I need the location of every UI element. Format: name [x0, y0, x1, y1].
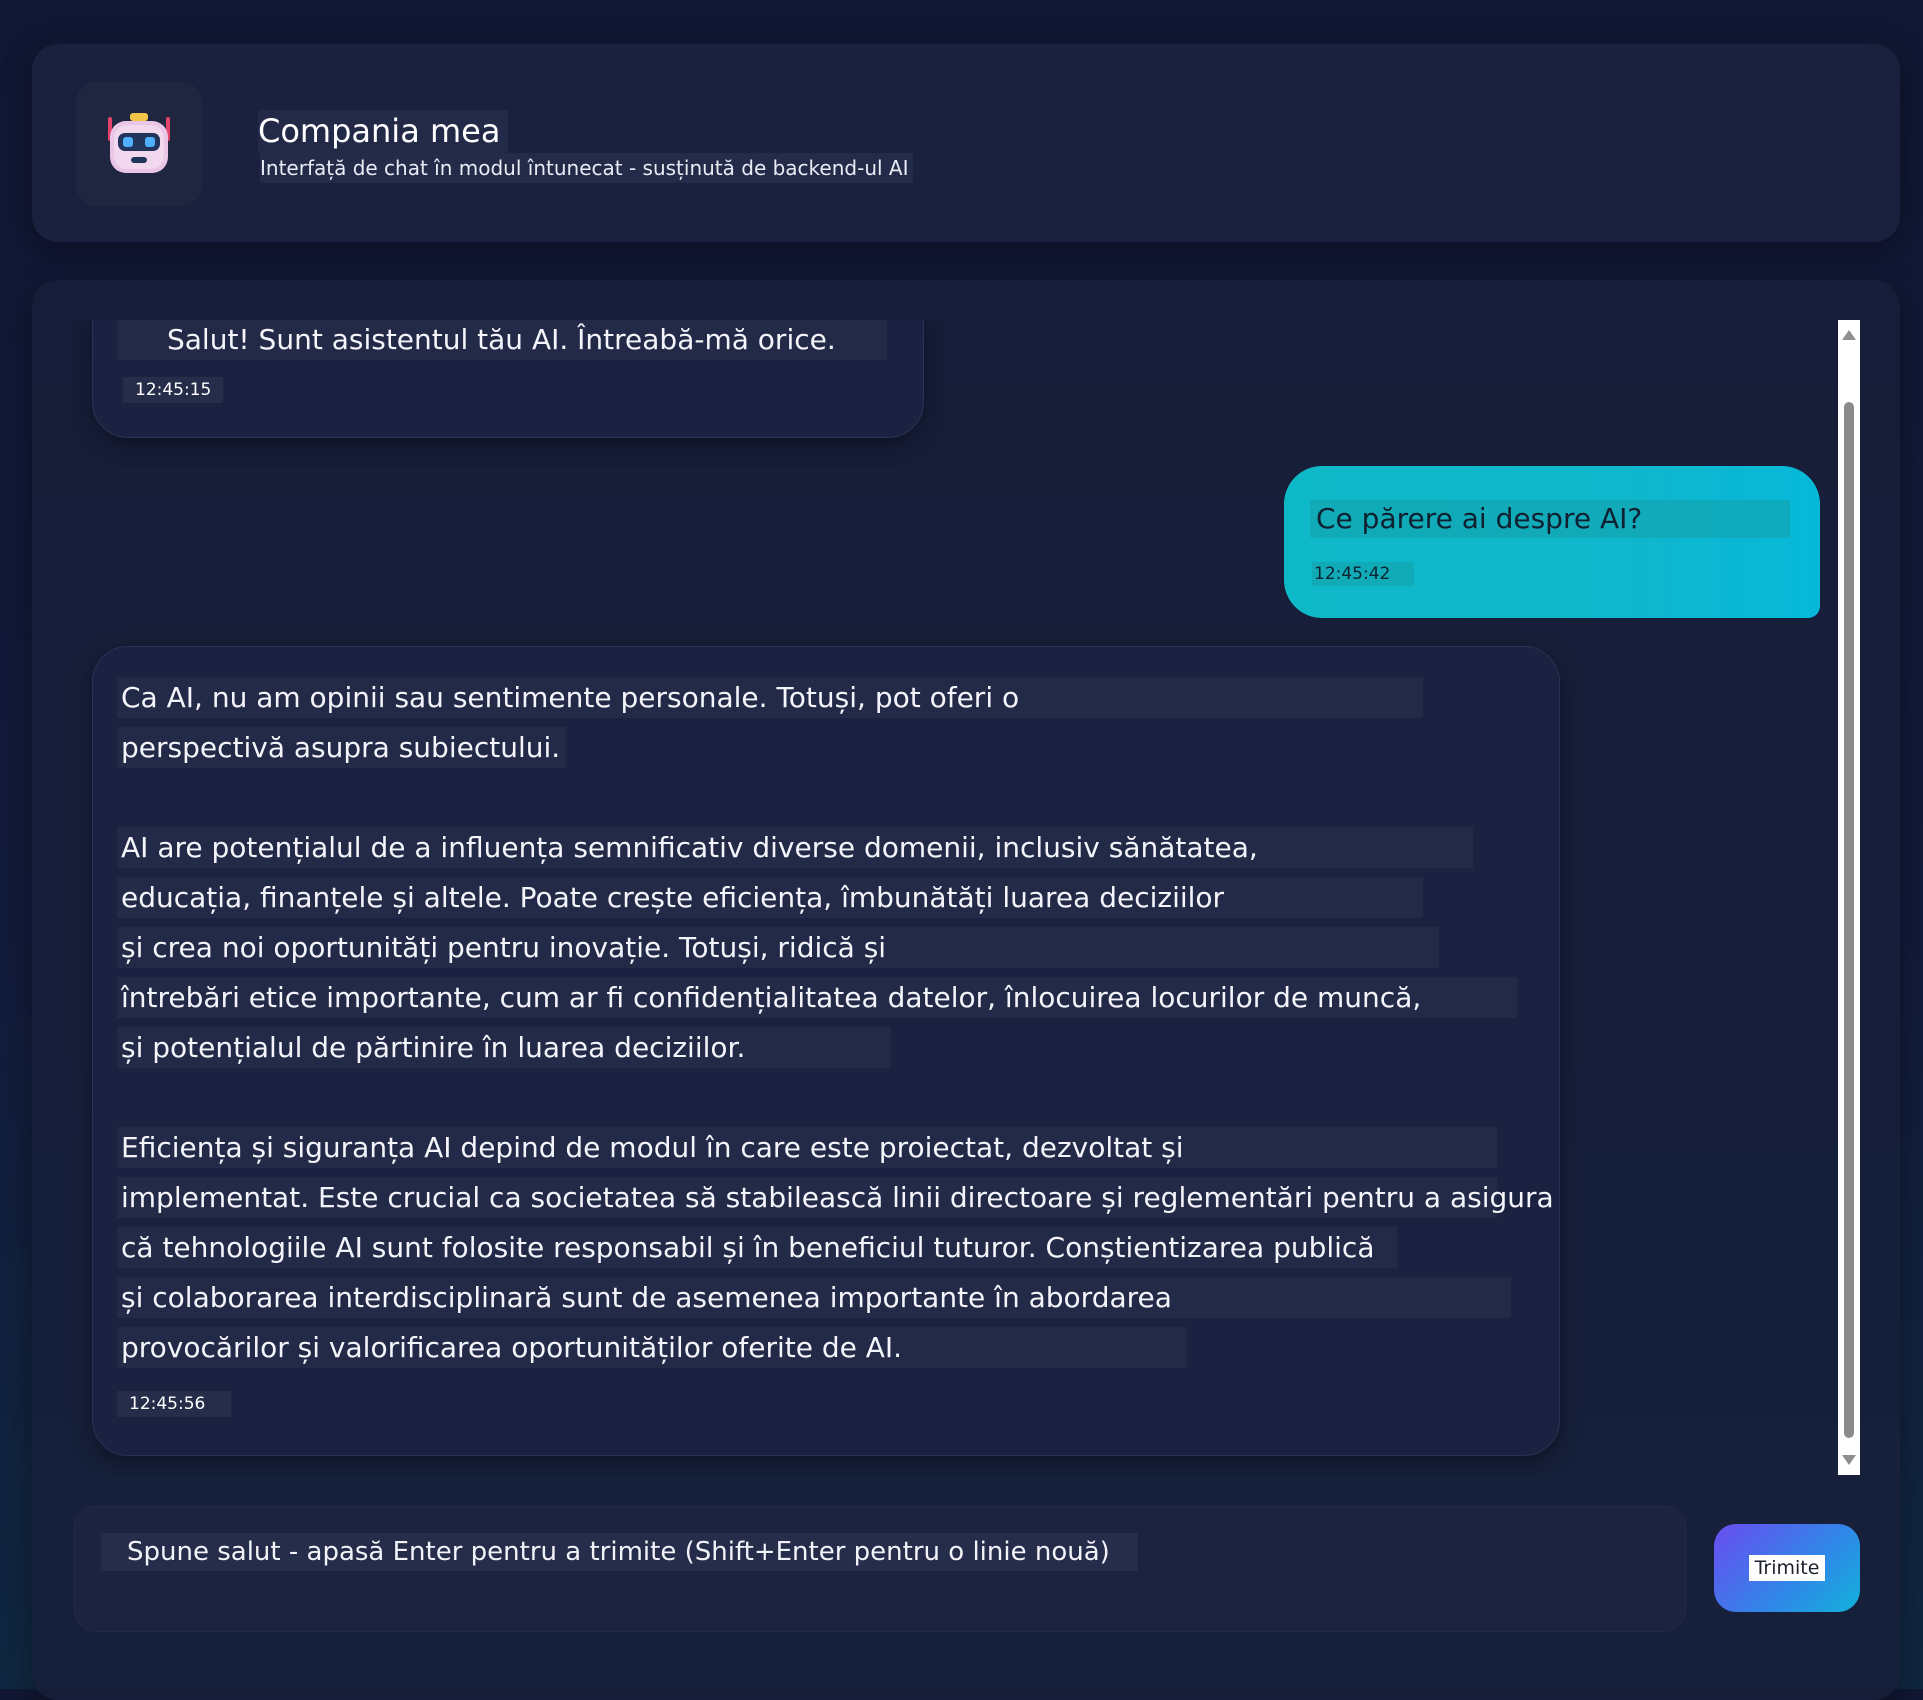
message-line: și colaborarea interdisciplinară sunt de…	[117, 1277, 1511, 1318]
page-subtitle: Interfață de chat în modul întunecat - s…	[260, 153, 913, 183]
message-list-scrollbar[interactable]	[1838, 320, 1860, 1475]
message-text: Ce părere ai despre AI?	[1310, 500, 1790, 538]
message-line: întrebări etice importante, cum ar fi co…	[117, 977, 1517, 1018]
assistant-message: Ca AI, nu am opinii sau sentimente perso…	[92, 646, 1560, 1456]
chat-panel: Salut! Sunt asistentul tău AI. Întreabă-…	[32, 280, 1900, 1700]
chat-header: Compania mea Interfață de chat în modul …	[32, 44, 1900, 242]
avatar	[76, 82, 202, 206]
scroll-up-arrow-icon[interactable]	[1842, 330, 1856, 340]
message-timestamp: 12:45:15	[123, 377, 224, 403]
message-line: perspectivă asupra subiectului.	[117, 727, 567, 768]
message-timestamp: 12:45:56	[117, 1391, 232, 1417]
message-line: că tehnologiile AI sunt folosite respons…	[117, 1227, 1397, 1268]
send-button-label: Trimite	[1748, 1555, 1826, 1581]
message-input-placeholder: Spune salut - apasă Enter pentru a trimi…	[101, 1533, 1138, 1571]
message-list[interactable]: Salut! Sunt asistentul tău AI. Întreabă-…	[32, 320, 1842, 1475]
message-text: Salut! Sunt asistentul tău AI. Întreabă-…	[117, 320, 887, 360]
message-line: implementat. Este crucial ca societatea …	[117, 1177, 1554, 1218]
message-line: și crea noi oportunități pentru inovație…	[117, 927, 1439, 968]
robot-icon	[108, 113, 170, 173]
message-line: AI are potențialul de a influența semnif…	[117, 827, 1473, 868]
user-message: Ce părere ai despre AI? 12:45:42	[1284, 466, 1820, 618]
send-button[interactable]: Trimite	[1714, 1524, 1860, 1612]
message-line: Ca AI, nu am opinii sau sentimente perso…	[117, 677, 1423, 718]
page-title: Compania mea	[258, 110, 509, 154]
scrollbar-thumb[interactable]	[1844, 402, 1854, 1438]
message-line: provocărilor și valorificarea oportunită…	[117, 1327, 1187, 1368]
message-line: educația, finanțele și altele. Poate cre…	[117, 877, 1423, 918]
message-timestamp: 12:45:42	[1312, 562, 1415, 586]
message-line: Eficiența și siguranța AI depind de modu…	[117, 1127, 1497, 1168]
scroll-down-arrow-icon[interactable]	[1842, 1455, 1856, 1465]
assistant-message: Salut! Sunt asistentul tău AI. Întreabă-…	[92, 320, 924, 438]
message-input[interactable]: Spune salut - apasă Enter pentru a trimi…	[74, 1506, 1686, 1632]
message-line: și potențialul de părtinire în luarea de…	[117, 1027, 891, 1068]
